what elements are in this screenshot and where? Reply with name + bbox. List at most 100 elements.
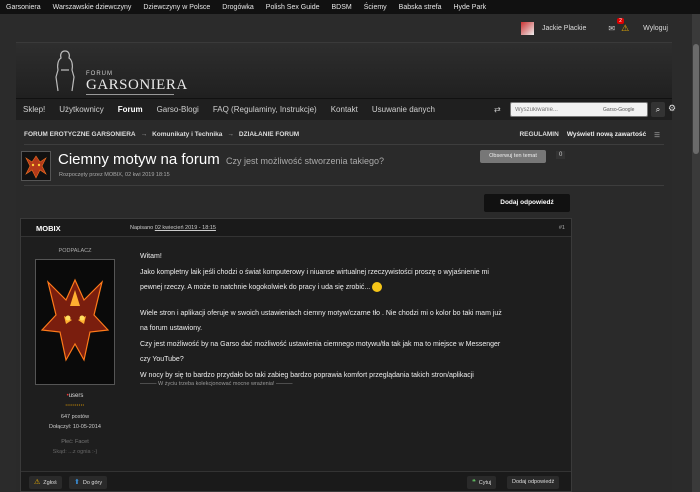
- post-line-text: pewnej rzeczy. A może to natchnie kogoko…: [140, 284, 371, 291]
- mail-icon[interactable]: ✉: [608, 24, 615, 33]
- search-box: Garso-Google: [510, 102, 648, 117]
- regulamin-link[interactable]: REGULAMIN: [519, 131, 558, 139]
- toplink-drogowka[interactable]: Drogówka: [216, 4, 260, 11]
- author-joined: Dołączył: 10-05-2014: [49, 424, 101, 430]
- search-scope[interactable]: Garso-Google: [603, 107, 634, 113]
- author-group: •users: [21, 393, 129, 399]
- crumb-arrow-icon: →: [140, 131, 148, 138]
- arrow-up-icon: ⬆: [74, 479, 80, 486]
- report-button[interactable]: ⚠ Zgłoś: [29, 476, 62, 489]
- follow-count: 0: [556, 151, 566, 159]
- post-date-link[interactable]: 02 kwiecień 2019 - 18:15: [155, 225, 216, 231]
- page-scrollbar[interactable]: [692, 14, 700, 492]
- post-header: MOBIX Napisano 02 kwiecień 2019 - 18:15 …: [21, 219, 571, 237]
- quote-label: Cytuj: [478, 480, 492, 486]
- toplink-hydepark[interactable]: Hyde Park: [447, 4, 492, 11]
- nav-uzytkownicy[interactable]: Użytkownicy: [52, 105, 110, 114]
- topic-avatar[interactable]: [21, 151, 51, 181]
- post-line: Witam!: [140, 253, 162, 260]
- post-line: Wiele stron i aplikacji oferuje w swoich…: [140, 309, 502, 317]
- nav-forum[interactable]: Forum: [111, 105, 150, 114]
- nav-kontakt[interactable]: Kontakt: [324, 105, 365, 114]
- toplink-dziewczyny[interactable]: Dziewczyny w Polsce: [137, 4, 216, 11]
- post-line: Jako kompletny laik jeśli chodzi o świat…: [140, 268, 489, 276]
- main-panel: FORUM EROTYCZNE GARSONIERA → Komunikaty i …: [16, 120, 672, 492]
- warning-icon: ⚠: [34, 479, 41, 486]
- post-line: Czy jest możliwość by na Garso dać możli…: [140, 340, 501, 348]
- nav-sklep[interactable]: Sklep!: [16, 105, 52, 114]
- logout-link[interactable]: Wyloguj: [643, 25, 668, 32]
- topic-avatar-image: [25, 155, 47, 179]
- post-body: Witam! Jako kompletny laik jeśli chodzi …: [140, 249, 565, 383]
- notification-badge: 2: [617, 17, 624, 24]
- post-line: czy YouTube?: [140, 356, 184, 363]
- search-input[interactable]: [511, 106, 599, 113]
- sync-icon[interactable]: ⇄: [494, 105, 501, 114]
- notification-icon[interactable]: ⚠ 2: [617, 17, 629, 34]
- author-location: Skąd: ...z ognia :-): [52, 449, 98, 455]
- search-icon: ⌕: [655, 105, 661, 114]
- author-rank: PODPALACZ: [58, 248, 92, 254]
- author-sex: Płeć: Facet: [61, 439, 89, 445]
- author-panel: PODPALACZ •users •••••••••• 647 postów D…: [21, 237, 129, 473]
- topic-started-by: Rozpoczęty przez MOBIX, 02 kwi 2019 18:1…: [59, 172, 170, 178]
- topic-subtitle: Czy jest możliwość stworzenia takiego?: [226, 156, 385, 166]
- search-button[interactable]: ⌕: [651, 102, 665, 117]
- post-author[interactable]: MOBIX: [36, 224, 61, 233]
- author-post-count: 647 postów: [60, 414, 90, 420]
- nav-usuwanie[interactable]: Usuwanie danych: [365, 105, 442, 114]
- username-link[interactable]: Jackie Plackie: [542, 25, 586, 32]
- post-signature: ——— W życiu trzeba kolekcjonować mocne w…: [140, 381, 293, 387]
- author-avatar[interactable]: [35, 259, 115, 385]
- gear-icon[interactable]: ⚙: [668, 103, 676, 114]
- main-nav: Sklep! Użytkownicy Forum Garso-Blogi FAQ…: [16, 98, 676, 120]
- post: MOBIX Napisano 02 kwiecień 2019 - 18:15 …: [20, 218, 572, 492]
- toplink-warszawskie[interactable]: Warszawskie dziewczyny: [47, 4, 138, 11]
- crumb-home[interactable]: FORUM EROTYCZNE GARSONIERA: [24, 131, 136, 138]
- toplink-garsoniera[interactable]: Garsoniera: [0, 4, 47, 11]
- new-content-link[interactable]: Wyświetl nową zawartość: [567, 131, 646, 139]
- scrollbar-thumb[interactable]: [693, 44, 699, 154]
- crumb-arrow-icon: →: [227, 131, 234, 138]
- topic-title: Ciemny motyw na forum: [58, 151, 220, 168]
- toplink-babska[interactable]: Babska strefa: [393, 4, 448, 11]
- post-reply-button[interactable]: Dodaj odpowiedź: [507, 476, 560, 489]
- quote-button[interactable]: ❝ Cytuj: [467, 476, 497, 489]
- nav-faq[interactable]: FAQ (Regulaminy, Instrukcje): [206, 105, 324, 114]
- follow-button[interactable]: Obserwuj ten temat: [480, 150, 546, 163]
- toplink-sciemy[interactable]: Ściemy: [358, 4, 393, 11]
- list-icon[interactable]: ☰: [654, 131, 660, 139]
- post-footer: ⚠ Zgłoś ⬆ Do góry ❝ Cytuj Dodaj odpowiedź: [21, 471, 571, 491]
- posted-prefix: Napisano: [130, 225, 154, 231]
- user-avatar[interactable]: [521, 21, 535, 35]
- divider: [24, 144, 664, 145]
- reputation-pips: ••••••••••: [65, 402, 85, 407]
- post-date: Napisano 02 kwiecień 2019 - 18:15: [130, 225, 216, 231]
- logo-brand-text: GARSONIERA: [86, 77, 188, 93]
- toplink-bdsm[interactable]: BDSM: [325, 4, 357, 11]
- site-banner: FORUM GARSONIERA: [16, 42, 672, 98]
- logo-underline: [86, 94, 174, 95]
- add-reply-button[interactable]: Dodaj odpowiedź: [484, 194, 570, 212]
- site-logo[interactable]: FORUM GARSONIERA: [44, 47, 187, 95]
- breadcrumb-actions: REGULAMIN Wyświetl nową zawartość ☰: [519, 131, 660, 139]
- quote-icon: ❝: [472, 479, 476, 486]
- back-to-top-label: Do góry: [82, 480, 103, 486]
- toplink-psg[interactable]: Polish Sex Guide: [260, 4, 326, 11]
- author-group-label: users: [68, 393, 84, 399]
- nav-garso-blogi[interactable]: Garso-Blogi: [150, 105, 206, 114]
- post-line: na forum ustawiony.: [140, 325, 203, 332]
- breadcrumb: FORUM EROTYCZNE GARSONIERA → Komunikaty i …: [24, 131, 299, 138]
- logo-figure-icon: [55, 50, 75, 92]
- crumb-dzialanie[interactable]: DZIAŁANIE FORUM: [239, 131, 299, 138]
- avatar-image: [40, 278, 110, 362]
- top-links-bar: Garsoniera Warszawskie dziewczyny Dziewc…: [0, 0, 700, 14]
- divider: [24, 185, 664, 186]
- post-number[interactable]: #1: [559, 225, 565, 231]
- post-line: pewnej rzeczy. A może to natchnie kogoko…: [140, 280, 565, 296]
- user-bar: Jackie Plackie ✉ ⚠ 2 Wyloguj: [0, 14, 692, 42]
- back-to-top-button[interactable]: ⬆ Do góry: [69, 476, 108, 489]
- crumb-komunikaty[interactable]: Komunikaty i Technika: [152, 131, 222, 138]
- emoji-icon: [372, 282, 383, 293]
